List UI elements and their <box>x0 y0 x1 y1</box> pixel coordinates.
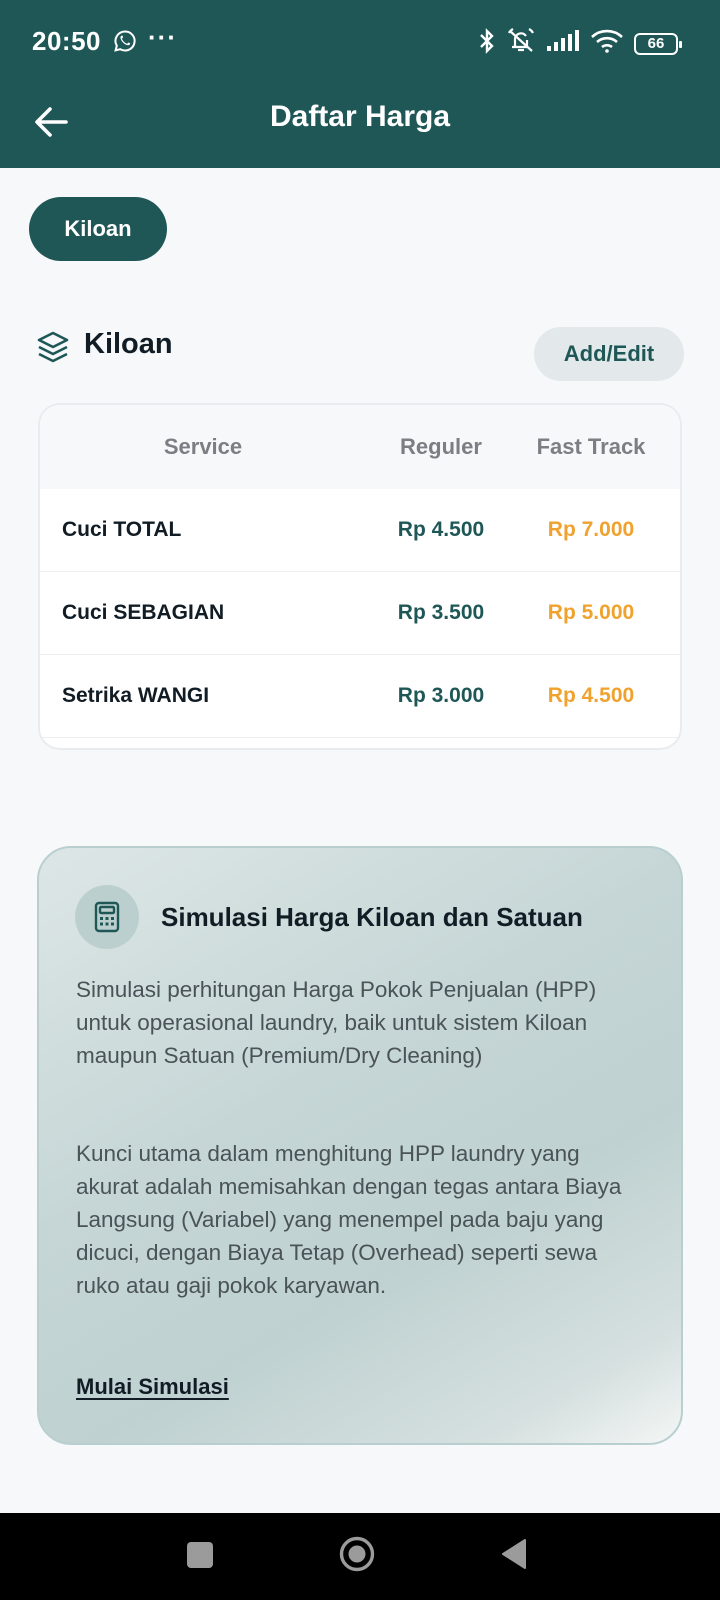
bluetooth-icon <box>478 27 496 60</box>
reguler-price: Rp 3.000 <box>397 684 485 707</box>
status-icons: 66 <box>478 27 682 60</box>
silent-icon <box>506 27 536 60</box>
system-nav-bar <box>0 1513 720 1600</box>
status-bar: 20:50 ··· 66 <box>0 0 720 84</box>
column-header-fast-track: Fast Track <box>536 434 646 459</box>
wifi-icon <box>590 28 624 59</box>
simulation-card: Simulasi Harga Kiloan dan Satuan Simulas… <box>37 846 683 1445</box>
whatsapp-icon <box>113 29 137 58</box>
status-time: 20:50 <box>32 26 101 56</box>
layers-icon <box>36 330 70 369</box>
table-header: Service Reguler Fast Track <box>40 405 680 489</box>
reguler-price: Rp 4.500 <box>397 518 485 541</box>
start-simulation-link[interactable]: Mulai Simulasi <box>76 1374 229 1400</box>
simulation-description: Simulasi perhitungan Harga Pokok Penjual… <box>76 977 597 1068</box>
page-title: Daftar Harga <box>269 100 451 133</box>
back-triangle-icon[interactable] <box>500 1537 528 1576</box>
fast-track-price: Rp 7.000 <box>547 518 635 541</box>
table-row[interactable]: Cuci SEBAGIAN Rp 3.500 Rp 5.000 <box>40 572 680 655</box>
service-name: Cuci TOTAL <box>62 518 182 541</box>
service-name: Setrika WANGI <box>62 684 210 707</box>
reguler-price: Rp 3.500 <box>397 601 485 624</box>
recents-icon[interactable] <box>187 1542 213 1568</box>
more-notifications-icon: ··· <box>148 22 177 52</box>
service-name: Cuci SEBAGIAN <box>62 601 225 624</box>
battery-icon: 66 <box>634 32 682 55</box>
table-row[interactable]: Cuci TOTAL Rp 4.500 Rp 7.000 <box>40 489 680 572</box>
add-edit-button[interactable]: Add/Edit <box>534 327 684 381</box>
home-icon[interactable] <box>338 1535 376 1578</box>
section-title: Kiloan <box>84 328 173 360</box>
simulation-title: Simulasi Harga Kiloan dan Satuan <box>161 902 583 932</box>
table-row[interactable]: Setrika WANGI Rp 3.000 Rp 4.500 <box>40 655 680 738</box>
calculator-icon <box>75 885 139 949</box>
app-bar: Daftar Harga <box>0 84 720 168</box>
simulation-note: Kunci utama dalam menghitung HPP laundry… <box>76 1141 622 1298</box>
column-header-reguler: Reguler <box>400 434 482 459</box>
fast-track-price: Rp 5.000 <box>547 601 635 624</box>
filter-chip-kiloan[interactable]: Kiloan <box>29 197 167 261</box>
signal-icon <box>546 29 580 58</box>
price-table: Service Reguler Fast Track Cuci TOTAL Rp… <box>38 403 682 750</box>
column-header-service: Service <box>163 434 243 459</box>
fast-track-price: Rp 4.500 <box>547 684 635 707</box>
